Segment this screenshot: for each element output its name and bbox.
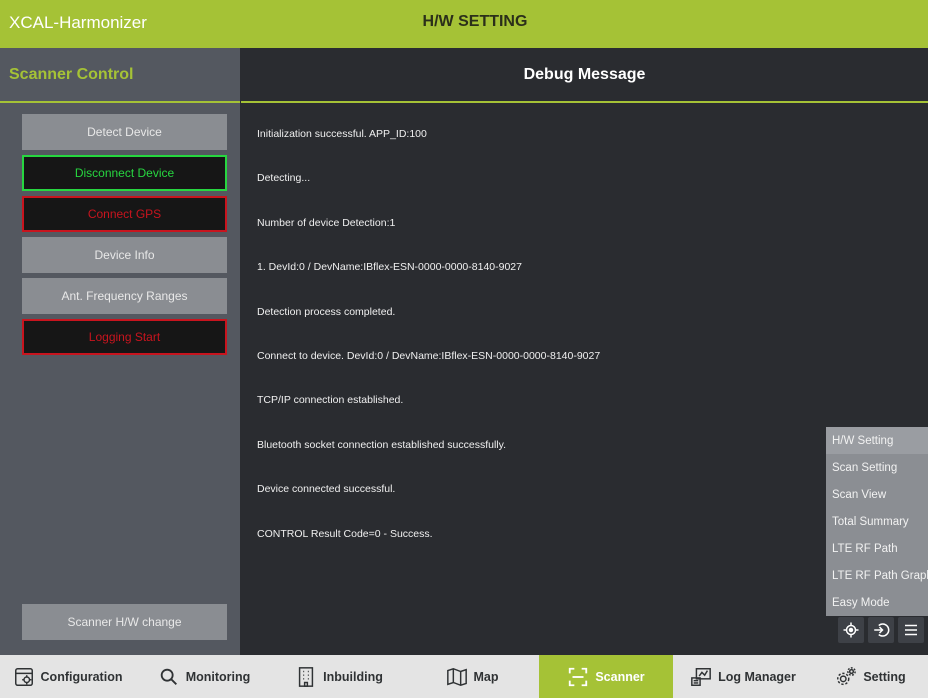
tab-label: Map bbox=[473, 669, 499, 684]
tab-log-manager[interactable]: Log Manager bbox=[673, 655, 813, 698]
page-title: H/W SETTING bbox=[422, 13, 528, 30]
crosshair-icon bbox=[843, 622, 859, 638]
menu-item-lte-rf-path-graph[interactable]: LTE RF Path Graph bbox=[826, 562, 928, 589]
ant-frequency-ranges-button[interactable]: Ant. Frequency Ranges bbox=[22, 278, 227, 314]
log-line: Detecting... bbox=[257, 172, 311, 185]
sidebar-header: Scanner Control bbox=[0, 48, 240, 103]
tab-setting[interactable]: Setting bbox=[813, 655, 928, 698]
gears-icon bbox=[837, 666, 857, 685]
menu-button[interactable] bbox=[898, 617, 924, 643]
log-line: Number of device Detection:1 bbox=[257, 216, 396, 229]
floating-button-group bbox=[838, 617, 924, 643]
menu-icon bbox=[905, 624, 917, 636]
menu-item-total-summary[interactable]: Total Summary bbox=[826, 508, 928, 535]
log-line: Detection process completed. bbox=[257, 305, 396, 318]
search-icon bbox=[160, 668, 177, 685]
map-icon bbox=[446, 667, 467, 686]
title-bar: XCAL-Harmonizer H/W SETTING bbox=[0, 0, 928, 48]
menu-item-scan-setting[interactable]: Scan Setting bbox=[826, 454, 928, 481]
bottom-navigation: Configuration Monitoring Inbuilding Map … bbox=[0, 655, 928, 698]
tab-configuration[interactable]: Configuration bbox=[0, 655, 135, 698]
scanner-control-panel: Scanner Control Detect Device Disconnect… bbox=[0, 48, 240, 655]
menu-item-scan-view[interactable]: Scan View bbox=[826, 481, 928, 508]
connect-gps-button[interactable]: Connect GPS bbox=[22, 196, 227, 232]
sidebar-title: Scanner Control bbox=[9, 65, 134, 83]
tab-label: Setting bbox=[863, 669, 906, 684]
tab-monitoring[interactable]: Monitoring bbox=[135, 655, 273, 698]
tab-label: Monitoring bbox=[185, 669, 251, 684]
login-icon bbox=[874, 623, 890, 637]
tab-label: Log Manager bbox=[718, 669, 796, 684]
content-header: Debug Message bbox=[241, 48, 928, 103]
tab-scanner[interactable]: Scanner bbox=[539, 655, 673, 698]
tab-label: Scanner bbox=[595, 669, 645, 684]
log-line: Connect to device. DevId:0 / DevName:IBf… bbox=[257, 349, 601, 362]
log-manager-icon bbox=[691, 667, 711, 686]
disconnect-device-button[interactable]: Disconnect Device bbox=[22, 155, 227, 191]
tab-map[interactable]: Map bbox=[405, 655, 539, 698]
login-button[interactable] bbox=[868, 617, 894, 643]
tab-inbuilding[interactable]: Inbuilding bbox=[273, 655, 405, 698]
tab-label: Configuration bbox=[40, 669, 123, 684]
debug-message-panel: Debug Message Initialization successful.… bbox=[241, 48, 928, 655]
view-popup-menu: H/W Setting Scan Setting Scan View Total… bbox=[826, 427, 928, 616]
tab-label: Inbuilding bbox=[323, 669, 383, 684]
detect-device-button[interactable]: Detect Device bbox=[22, 114, 227, 150]
log-line: 1. DevId:0 / DevName:IBflex-ESN-0000-000… bbox=[257, 261, 522, 274]
logging-start-button[interactable]: Logging Start bbox=[22, 319, 227, 355]
configuration-icon bbox=[14, 667, 33, 686]
crosshair-button[interactable] bbox=[838, 617, 864, 643]
device-info-button[interactable]: Device Info bbox=[22, 237, 227, 273]
log-line: Initialization successful. APP_ID:100 bbox=[257, 128, 427, 140]
scanner-hw-change-button[interactable]: Scanner H/W change bbox=[22, 604, 227, 640]
menu-item-hw-setting[interactable]: H/W Setting bbox=[826, 427, 928, 454]
content-title: Debug Message bbox=[523, 65, 646, 83]
building-icon bbox=[298, 666, 314, 687]
menu-item-easy-mode[interactable]: Easy Mode bbox=[826, 589, 928, 616]
scanner-icon bbox=[569, 667, 588, 686]
menu-item-lte-rf-path[interactable]: LTE RF Path bbox=[826, 535, 928, 562]
